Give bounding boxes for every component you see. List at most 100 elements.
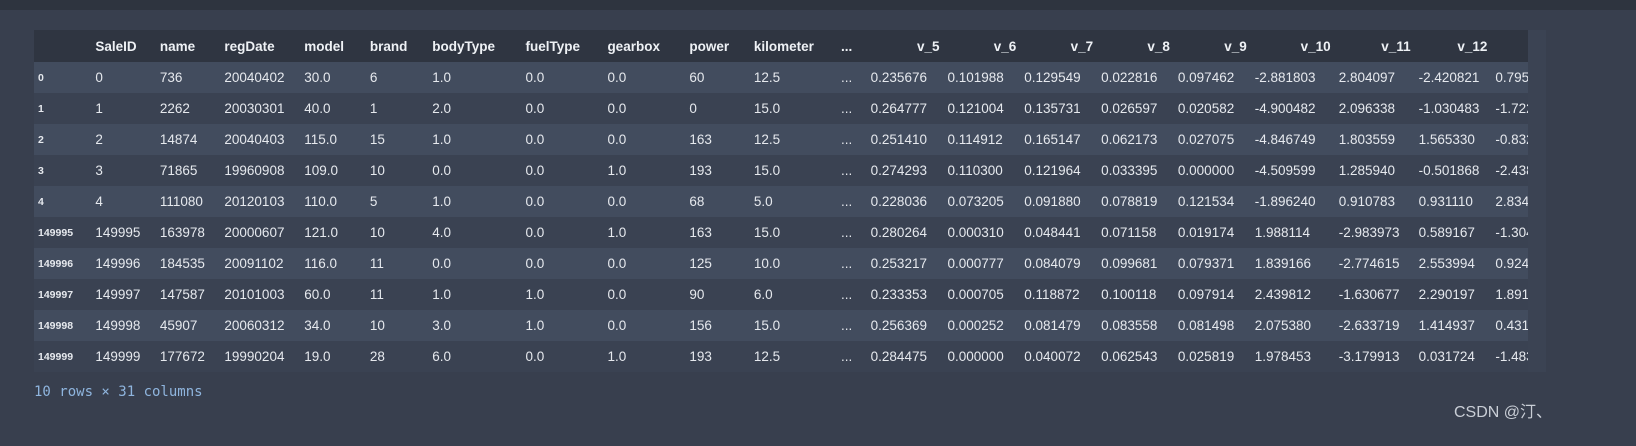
table-cell: 147587 [155, 279, 221, 310]
table-cell: 0.0 [603, 62, 686, 93]
table-cell: -2.983973 [1334, 217, 1415, 248]
column-header: brand [365, 30, 429, 62]
table-cell: 20040402 [220, 62, 301, 93]
table-cell: -1.483350 [1491, 341, 1528, 372]
table-cell: 5.0 [749, 186, 837, 217]
table-cell: 121.0 [300, 217, 366, 248]
table-cell: 68 [685, 186, 750, 217]
table-cell: 0.022816 [1097, 62, 1174, 93]
table-cell: 30.0 [300, 62, 366, 93]
column-header: regDate [220, 30, 301, 62]
column-header: SaleID [91, 30, 156, 62]
table-cell: 0.000705 [943, 279, 1021, 310]
table-cell: 10 [365, 217, 429, 248]
table-cell: 2 [91, 124, 156, 155]
table-cell: 0.280264 [866, 217, 944, 248]
table-cell: 4 [91, 186, 156, 217]
table-cell: 0.000000 [1173, 155, 1251, 186]
table-cell: 0.118872 [1020, 279, 1098, 310]
table-cell: 0.099681 [1097, 248, 1174, 279]
table-cell: 0.0 [521, 62, 604, 93]
table-cell: 0.020582 [1173, 93, 1251, 124]
table-cell: 0.031724 [1414, 341, 1492, 372]
table-cell: 1.988114 [1250, 217, 1335, 248]
column-header: v_12 [1414, 30, 1492, 62]
table-row: 149996 149996 184535 20091102 116.0 11 0.0 0.0 0… [34, 248, 1528, 279]
table-cell: 0.000252 [943, 310, 1021, 341]
table-cell: 15 [365, 124, 429, 155]
table-cell: 11 [365, 279, 429, 310]
table-cell: 0.589167 [1414, 217, 1492, 248]
row-index: 2 [34, 124, 92, 155]
column-header: ... [836, 30, 867, 62]
table-cell: 20101003 [220, 279, 301, 310]
table-cell: 149998 [91, 310, 156, 341]
table-cell: 28 [365, 341, 429, 372]
table-cell: 0.233353 [866, 279, 944, 310]
table-cell: 1.0 [603, 341, 686, 372]
table-cell: ... [836, 62, 867, 93]
table-cell: 0.284475 [866, 341, 944, 372]
table-cell: 0.040072 [1020, 341, 1098, 372]
header-row: SaleID name regDate model brand bodyType fuelT… [34, 30, 1528, 62]
table-cell: 2.439812 [1250, 279, 1335, 310]
table-cell: 0.0 [521, 217, 604, 248]
table-cell: 149999 [91, 341, 156, 372]
table-cell: 4.0 [428, 217, 522, 248]
table-cell: 0.078819 [1097, 186, 1174, 217]
table-cell: 110.0 [300, 186, 366, 217]
table-cell: 1.565330 [1414, 124, 1492, 155]
table-cell: 1.839166 [1250, 248, 1335, 279]
table-cell: 0.0 [603, 310, 686, 341]
table-cell: 1.891922 [1491, 279, 1528, 310]
table-cell: 0.0 [603, 248, 686, 279]
table-cell: 0.097914 [1173, 279, 1251, 310]
column-header [34, 30, 92, 62]
table-cell: 0.079371 [1173, 248, 1251, 279]
table-cell: 1.0 [428, 124, 522, 155]
table-cell: 0.0 [603, 186, 686, 217]
row-index: 149995 [34, 217, 92, 248]
table-cell: 0.0 [521, 93, 604, 124]
shape-summary: 10 rows × 31 columns [34, 384, 203, 400]
table-row: 149997 149997 147587 20101003 60.0 11 1.0 1.0 0.… [34, 279, 1528, 310]
table-cell: ... [836, 310, 867, 341]
table-cell: 15.0 [749, 310, 837, 341]
table-cell: 71865 [155, 155, 221, 186]
table-cell: 15.0 [749, 155, 837, 186]
watermark: CSDN @汀、 [1453, 404, 1552, 421]
column-header: v_6 [943, 30, 1021, 62]
column-header: v_11 [1334, 30, 1415, 62]
row-index: 149999 [34, 341, 92, 372]
row-index: 149998 [34, 310, 92, 341]
table-cell: 34.0 [300, 310, 366, 341]
table-cell: 90 [685, 279, 750, 310]
table-cell: 1.0 [521, 310, 604, 341]
table-cell: 20120103 [220, 186, 301, 217]
table-cell: 2.804097 [1334, 62, 1415, 93]
column-header: name [155, 30, 221, 62]
table-cell: 10 [365, 155, 429, 186]
scrollbar[interactable] [1528, 30, 1546, 372]
table-cell: 125 [685, 248, 750, 279]
table-cell: ... [836, 155, 867, 186]
table-cell: 1.414937 [1414, 310, 1492, 341]
table-cell: -2.633719 [1334, 310, 1415, 341]
table-cell: 14874 [155, 124, 221, 155]
table-cell: 149997 [91, 279, 156, 310]
table-cell: 0.0 [521, 186, 604, 217]
table-cell: 0.033395 [1097, 155, 1174, 186]
table-cell: 20000607 [220, 217, 301, 248]
table-cell: 0.251410 [866, 124, 944, 155]
table-cell: 2262 [155, 93, 221, 124]
table-cell: 1 [365, 93, 429, 124]
table-cell: 0.026597 [1097, 93, 1174, 124]
table-cell: -2.420821 [1414, 62, 1492, 93]
table-cell: 0.081479 [1020, 310, 1098, 341]
table-cell: 0.019174 [1173, 217, 1251, 248]
table-cell: 0.121964 [1020, 155, 1098, 186]
table-cell: 1.0 [603, 155, 686, 186]
table-cell: 0.073205 [943, 186, 1021, 217]
row-index: 0 [34, 62, 92, 93]
table-cell: 0.256369 [866, 310, 944, 341]
